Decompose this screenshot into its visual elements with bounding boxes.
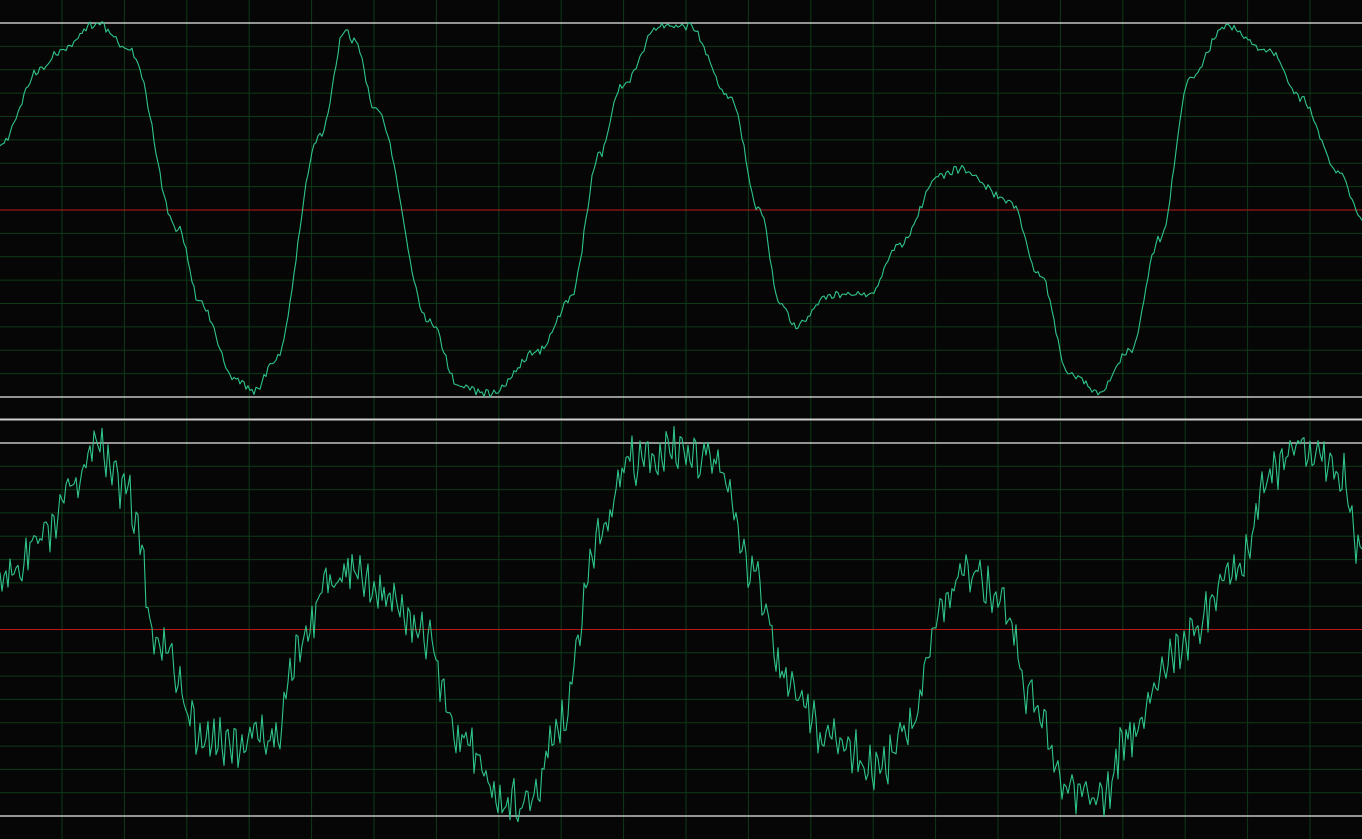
waveform-display[interactable] [0, 0, 1362, 839]
waveform-editor [0, 0, 1362, 839]
